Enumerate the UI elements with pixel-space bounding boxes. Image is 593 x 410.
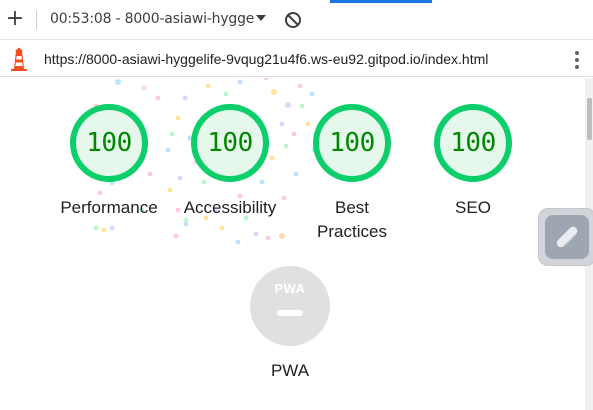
tab-separator: [36, 10, 37, 30]
pwa-badge[interactable]: PWA: [250, 266, 330, 346]
score-label: Accessibility: [183, 198, 277, 217]
seo-gauge[interactable]: 100: [433, 103, 513, 183]
score-label: SEO: [455, 198, 491, 217]
blocked-icon[interactable]: [284, 11, 302, 29]
tab-strip: + 00:53:08 - 8000-asiawi-hyggeli: [0, 0, 593, 40]
floating-widget-button[interactable]: [538, 208, 593, 266]
address-bar: https://8000-asiawi-hyggelife-9vqug21u4f…: [0, 41, 593, 77]
best-practices-gauge[interactable]: 100: [312, 103, 392, 183]
dash-icon: [277, 310, 303, 316]
score-value: 100: [329, 128, 375, 158]
score-label: Best Practices: [317, 198, 387, 241]
url-text[interactable]: https://8000-asiawi-hyggelife-9vqug21u4f…: [44, 51, 488, 67]
floating-widget-icon: [545, 215, 589, 259]
score-value: 100: [450, 128, 496, 158]
pwa-badge-text: PWA: [274, 281, 306, 296]
caret-down-icon[interactable]: [256, 13, 266, 23]
kebab-menu-icon[interactable]: [570, 49, 584, 71]
scrollbar-thumb[interactable]: [587, 98, 592, 140]
active-tab-indicator: [330, 0, 432, 3]
lighthouse-icon: [11, 47, 27, 71]
tab-title[interactable]: 00:53:08 - 8000-asiawi-hyggeli: [50, 11, 255, 27]
lighthouse-report: 100 Performance 100 Accessibility 100 Be…: [0, 78, 593, 410]
score-value: 100: [86, 128, 132, 158]
performance-gauge[interactable]: 100: [69, 103, 149, 183]
new-tab-button[interactable]: +: [4, 8, 26, 32]
pwa-label: PWA: [270, 361, 310, 380]
score-label: Performance: [60, 198, 158, 217]
accessibility-gauge[interactable]: 100: [190, 103, 270, 183]
score-value: 100: [207, 128, 253, 158]
